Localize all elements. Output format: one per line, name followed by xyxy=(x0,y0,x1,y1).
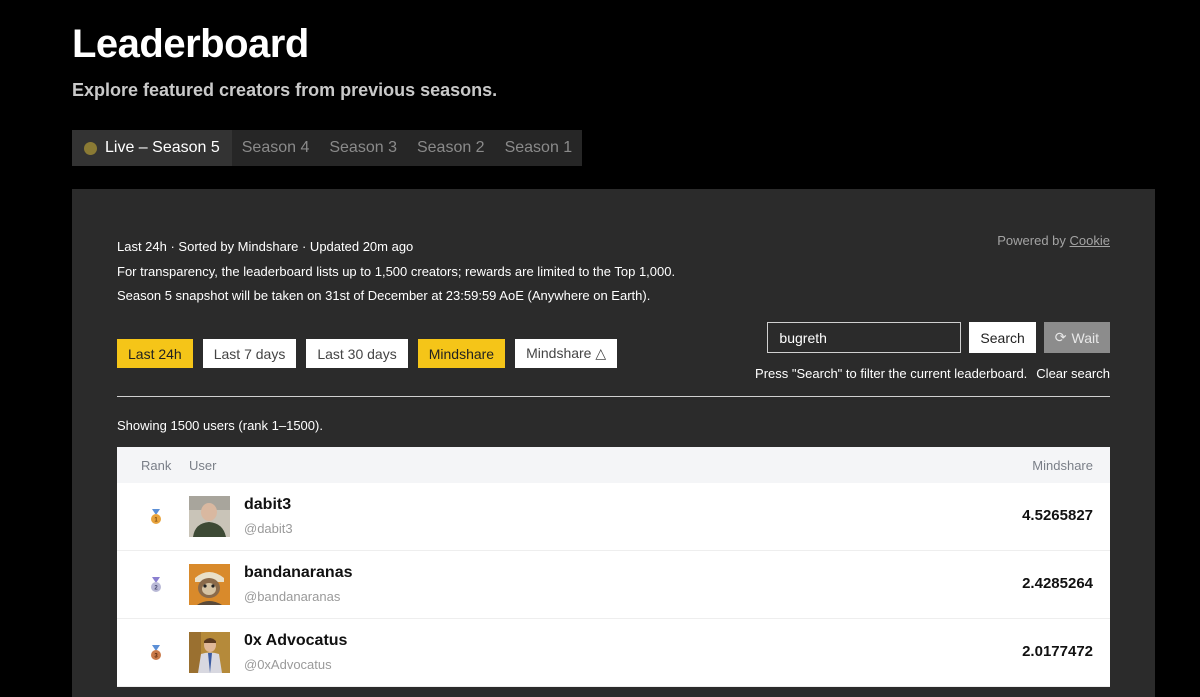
suit-avatar-icon[interactable] xyxy=(189,632,230,673)
table-header: Rank User Mindshare xyxy=(117,447,1110,483)
wait-button[interactable]: ⟳ Wait xyxy=(1043,322,1110,353)
gold-medal-icon: 1 xyxy=(151,509,161,524)
tab-season-4[interactable]: Season 4 xyxy=(232,130,320,166)
page-subtitle: Explore featured creators from previous … xyxy=(72,80,498,100)
showing-count: Showing 1500 users (rank 1–1500). xyxy=(117,418,323,433)
table-row[interactable]: 2 bandanaranas @bandanaranas 2.4285264 xyxy=(117,551,1110,619)
bronze-medal-icon: 3 xyxy=(151,645,161,660)
person-avatar-icon[interactable] xyxy=(189,496,230,537)
tab-season-5-live[interactable]: Live – Season 5 xyxy=(72,130,232,166)
sort-mindshare-button[interactable]: Mindshare xyxy=(417,339,506,368)
clear-search-link[interactable]: Clear search xyxy=(1036,366,1110,381)
leaderboard-page: Leaderboard Explore featured creators fr… xyxy=(0,0,1200,697)
search-row: Search ⟳ Wait xyxy=(767,322,1110,353)
divider xyxy=(117,396,1110,397)
info-line-transparency: For transparency, the leaderboard lists … xyxy=(117,263,676,279)
powered-by-prefix: Powered by xyxy=(997,233,1066,248)
search-hint-text: Press "Search" to filter the current lea… xyxy=(755,366,1028,381)
filter-last-7-days-button[interactable]: Last 7 days xyxy=(202,339,297,368)
info-line-snapshot: Season 5 snapshot will be taken on 31st … xyxy=(117,288,651,303)
mindshare-value: 2.0177472 xyxy=(1022,643,1093,660)
tab-season-2[interactable]: Season 2 xyxy=(407,130,495,166)
mindshare-value: 2.4285264 xyxy=(1022,575,1093,592)
info-block: Last 24h · Sorted by Mindshare · Updated… xyxy=(117,235,675,309)
column-header-mindshare[interactable]: Mindshare xyxy=(1032,458,1093,473)
leaderboard-panel: Last 24h · Sorted by Mindshare · Updated… xyxy=(72,189,1155,697)
user-name[interactable]: 0x Advocatus xyxy=(244,632,347,650)
tab-season-3[interactable]: Season 3 xyxy=(319,130,407,166)
tab-season-1[interactable]: Season 1 xyxy=(495,130,583,166)
search-input[interactable] xyxy=(767,322,962,353)
filter-last-30-days-button[interactable]: Last 30 days xyxy=(306,339,408,368)
table-row[interactable]: 3 0x Advocatus @0xAdvocatus 2.0177472 xyxy=(117,619,1110,687)
season-tabs: Live – Season 5 Season 4 Season 3 Season… xyxy=(72,130,583,166)
search-hint-row: Press "Search" to filter the current lea… xyxy=(755,366,1110,381)
sloth-avatar-icon[interactable] xyxy=(189,564,230,605)
user-name[interactable]: dabit3 xyxy=(244,496,291,514)
cookie-link[interactable]: Cookie xyxy=(1070,233,1110,248)
tab-label: Live – Season 5 xyxy=(105,139,220,156)
powered-by: Powered by Cookie xyxy=(997,233,1110,248)
user-name[interactable]: bandanaranas xyxy=(244,564,352,582)
table-row[interactable]: 1 dabit3 @dabit3 4.5265827 xyxy=(117,483,1110,551)
user-handle: @dabit3 xyxy=(244,521,293,536)
refresh-icon: ⟳ xyxy=(1054,329,1067,345)
page-title: Leaderboard xyxy=(72,22,309,66)
info-line-status: Last 24h · Sorted by Mindshare · Updated… xyxy=(117,239,414,254)
wait-label: Wait xyxy=(1071,329,1099,346)
column-header-rank[interactable]: Rank xyxy=(141,458,171,473)
silver-medal-icon: 2 xyxy=(151,577,161,592)
search-button[interactable]: Search xyxy=(969,322,1036,353)
column-header-user[interactable]: User xyxy=(189,458,216,473)
filter-last-24h-button[interactable]: Last 24h xyxy=(117,339,193,368)
mindshare-value: 4.5265827 xyxy=(1022,507,1093,524)
user-handle: @0xAdvocatus xyxy=(244,657,332,672)
filter-row: Last 24h Last 7 days Last 30 days Mindsh… xyxy=(117,339,618,368)
sort-direction-button[interactable]: Mindshare △ xyxy=(515,339,618,368)
live-indicator-icon xyxy=(84,141,97,155)
leaderboard-table: Rank User Mindshare 1 dabit3 @dabit3 4.5… xyxy=(117,447,1110,687)
user-handle: @bandanaranas xyxy=(244,589,341,604)
